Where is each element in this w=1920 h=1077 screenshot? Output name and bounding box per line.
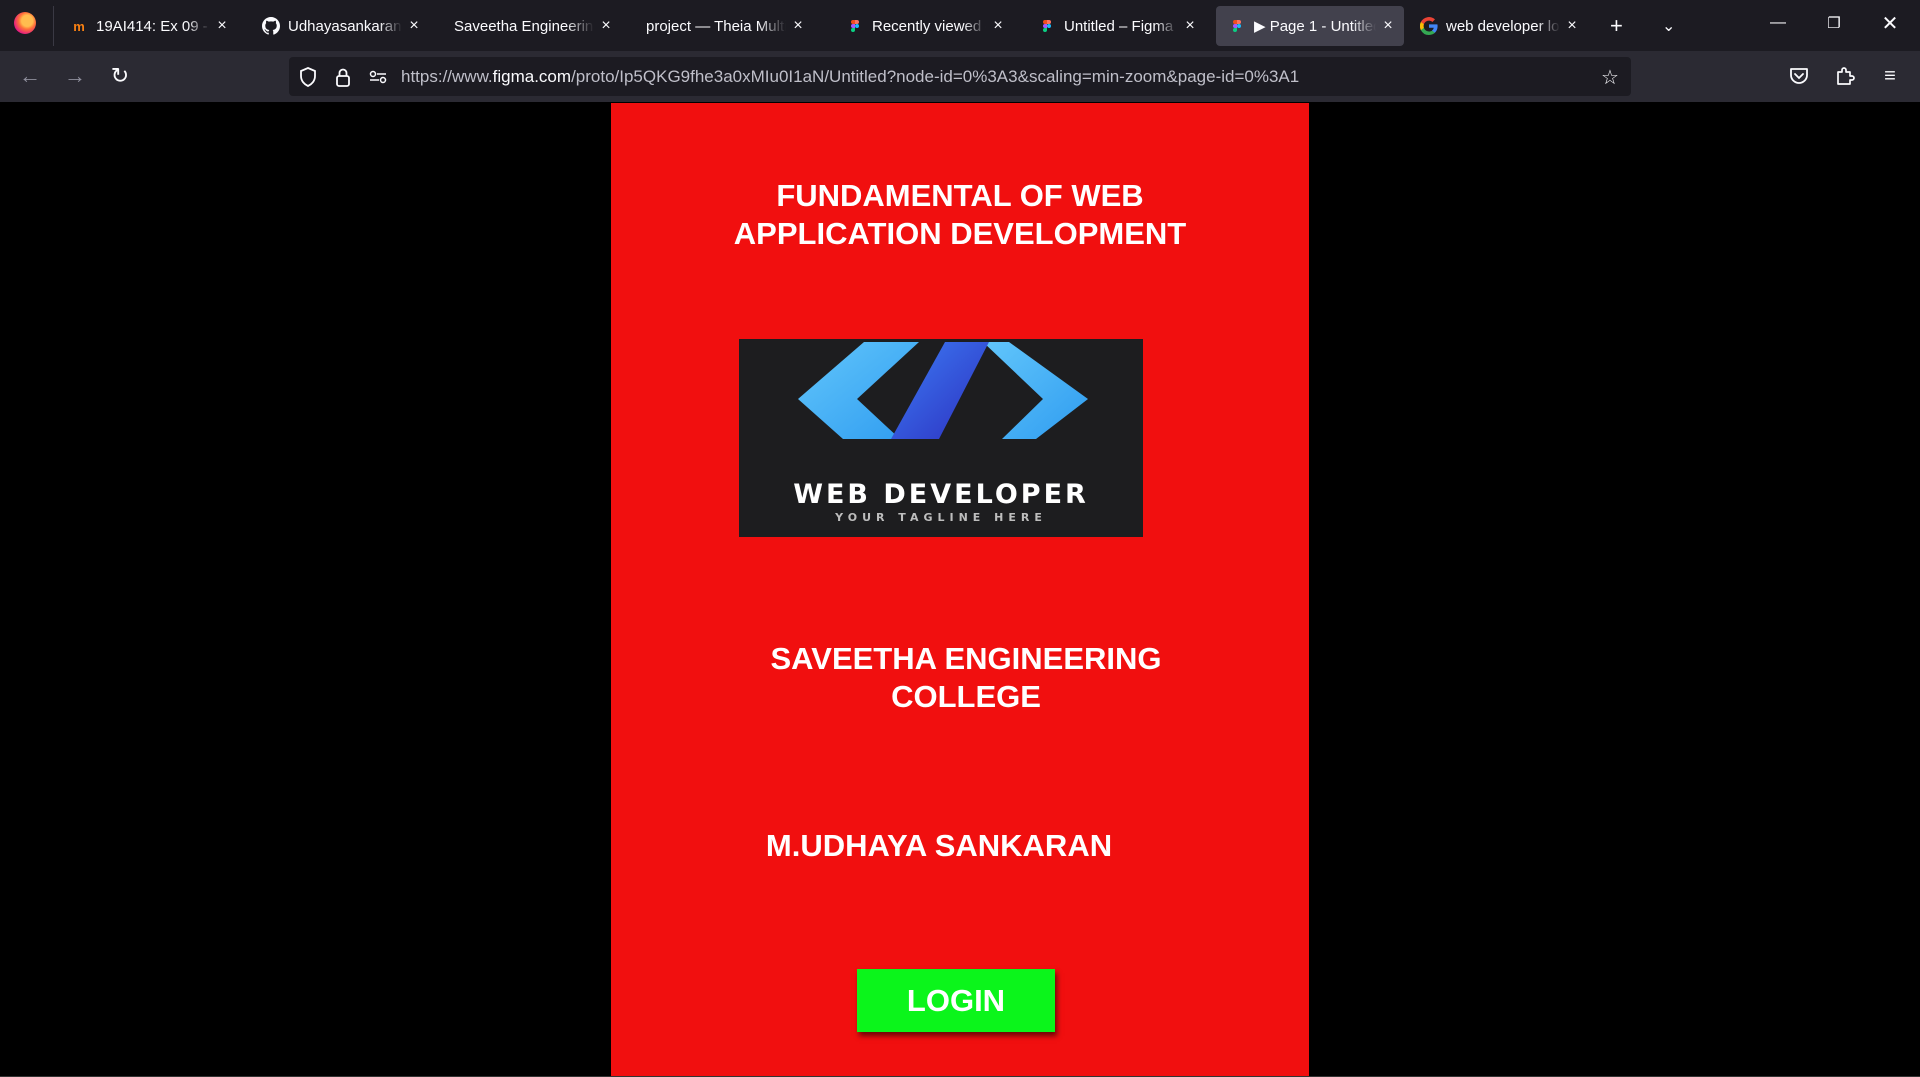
close-icon[interactable]: × — [990, 18, 1006, 34]
tab-title: Recently viewed – — [872, 17, 986, 35]
back-arrow-icon[interactable]: ← — [14, 60, 46, 92]
tab-title: web developer lo — [1446, 17, 1560, 35]
logo-wordmark: WEB DEVELOPER — [793, 479, 1089, 510]
restore-icon[interactable]: ❐ — [1806, 0, 1862, 46]
prototype-viewport: FUNDAMENTAL OF WEB APPLICATION DEVELOPME… — [0, 102, 1920, 1077]
address-bar[interactable]: https://www.figma.com/proto/Ip5QKG9fhe3a… — [289, 57, 1631, 96]
title-line-2: APPLICATION DEVELOPMENT — [733, 216, 1187, 251]
moodle-icon: m — [73, 18, 85, 34]
figma-icon — [1228, 17, 1246, 35]
url-text[interactable]: https://www.figma.com/proto/Ip5QKG9fhe3a… — [401, 67, 1299, 87]
prototype-frame: FUNDAMENTAL OF WEB APPLICATION DEVELOPME… — [611, 103, 1309, 1076]
list-all-tabs-chevron-icon[interactable]: ⌄ — [1662, 6, 1675, 46]
college-name: SAVEETHA ENGINEERING COLLEGE — [617, 640, 1315, 716]
close-icon[interactable]: × — [214, 18, 230, 34]
close-icon[interactable]: × — [406, 18, 422, 34]
tab-figma-prototype[interactable]: ▶ Page 1 - Untitled × — [1216, 6, 1404, 46]
lock-icon[interactable] — [332, 66, 354, 88]
college-line-2: COLLEGE — [891, 679, 1041, 714]
college-line-1: SAVEETHA ENGINEERING — [770, 641, 1162, 676]
close-icon[interactable]: × — [598, 18, 614, 34]
pocket-icon[interactable] — [1783, 60, 1815, 92]
tab-title: project — Theia Multi — [646, 17, 786, 35]
student-name: M.UDHAYA SANKARAN — [765, 828, 1113, 863]
bookmark-star-icon[interactable]: ☆ — [1599, 66, 1621, 89]
shield-icon[interactable] — [297, 66, 319, 88]
tab-figma-untitled[interactable]: Untitled – Figma × — [1026, 6, 1206, 46]
url-path: /proto/Ip5QKG9fhe3a0xMIu0I1aN/Untitled?n… — [571, 67, 1300, 86]
tab-separator — [53, 6, 54, 46]
extensions-puzzle-icon[interactable] — [1829, 60, 1861, 92]
github-icon — [262, 17, 280, 35]
navigation-toolbar: ← → ↻ https://www.figma.com/proto/Ip5QKG… — [0, 51, 1920, 102]
tab-google[interactable]: web developer lo × — [1408, 6, 1588, 46]
code-brackets-logo-icon — [798, 342, 1088, 439]
title-line-1: FUNDAMENTAL OF WEB — [776, 178, 1144, 213]
new-tab-button[interactable]: + — [1610, 6, 1623, 46]
window-close-icon[interactable]: ✕ — [1862, 0, 1918, 46]
close-icon[interactable]: × — [1564, 18, 1580, 34]
tab-title: 19AI414: Ex 09 - E — [96, 17, 210, 35]
forward-arrow-icon[interactable]: → — [59, 60, 91, 92]
figma-icon — [1038, 17, 1056, 35]
permissions-icon[interactable] — [367, 66, 389, 88]
close-icon[interactable]: × — [1380, 18, 1396, 34]
tab-github[interactable]: Udhayasankaran04 × — [250, 6, 430, 46]
tab-title: Udhayasankaran04 — [288, 17, 402, 35]
tab-strip: m 19AI414: Ex 09 - E × Udhayasankaran04 … — [0, 0, 1920, 51]
login-button[interactable]: LOGIN — [857, 969, 1055, 1032]
tab-title: Saveetha Engineering — [454, 17, 594, 35]
tab-saveetha[interactable]: Saveetha Engineering × — [442, 6, 622, 46]
reload-icon[interactable]: ↻ — [104, 60, 136, 92]
tab-moodle[interactable]: m 19AI414: Ex 09 - E × — [58, 6, 238, 46]
web-developer-logo: WEB DEVELOPER YOUR TAGLINE HERE — [739, 339, 1143, 537]
figma-icon — [846, 17, 864, 35]
logo-tagline: YOUR TAGLINE HERE — [835, 511, 1047, 524]
firefox-view-icon[interactable] — [14, 12, 36, 34]
url-prefix: https://www. — [401, 67, 493, 86]
tab-title: ▶ Page 1 - Untitled — [1254, 18, 1376, 35]
tab-theia[interactable]: project — Theia Multi × — [634, 6, 814, 46]
url-domain: figma.com — [492, 67, 572, 86]
close-icon[interactable]: × — [790, 18, 806, 34]
page-title: FUNDAMENTAL OF WEB APPLICATION DEVELOPME… — [611, 177, 1309, 253]
close-icon[interactable]: × — [1182, 18, 1198, 34]
google-icon — [1420, 17, 1438, 35]
tab-figma-recent[interactable]: Recently viewed – × — [834, 6, 1014, 46]
tab-title: Untitled – Figma — [1064, 17, 1174, 35]
minimize-icon[interactable]: ― — [1750, 0, 1806, 46]
hamburger-menu-icon[interactable]: ≡ — [1874, 60, 1906, 92]
